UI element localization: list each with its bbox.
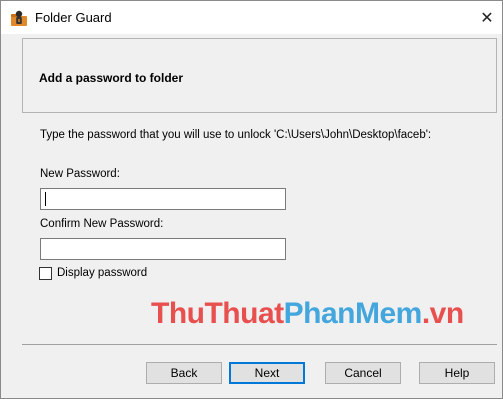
back-button[interactable]: Back: [146, 362, 222, 384]
footer-divider: [22, 344, 497, 345]
watermark-part1: ThuThuat: [151, 297, 284, 330]
instruction-text: Type the password that you will use to u…: [40, 129, 432, 141]
confirm-password-label: Confirm New Password:: [40, 218, 164, 230]
header-panel: Add a password to folder: [22, 38, 497, 113]
new-password-field[interactable]: [40, 188, 286, 210]
title-bar: Folder Guard ✕: [1, 1, 502, 34]
folder-guard-dialog: Folder Guard ✕ Add a password to folder …: [0, 0, 503, 399]
new-password-label: New Password:: [40, 168, 120, 180]
confirm-password-field[interactable]: [40, 238, 286, 260]
folder-guard-app-icon: [11, 10, 27, 26]
page-title: Add a password to folder: [39, 71, 184, 85]
cancel-button[interactable]: Cancel: [325, 362, 401, 384]
window-title: Folder Guard: [35, 10, 112, 25]
text-caret: [45, 192, 46, 206]
watermark: ThuThuatPhanMem.vn: [151, 297, 464, 331]
watermark-part3: .vn: [421, 297, 464, 330]
display-password-checkbox[interactable]: [39, 267, 52, 280]
help-button[interactable]: Help: [419, 362, 495, 384]
watermark-part2: PhanMem: [283, 297, 423, 330]
close-button[interactable]: ✕: [472, 1, 502, 34]
close-icon: ✕: [480, 9, 494, 27]
display-password-label[interactable]: Display password: [57, 267, 147, 279]
next-button[interactable]: Next: [229, 362, 305, 384]
